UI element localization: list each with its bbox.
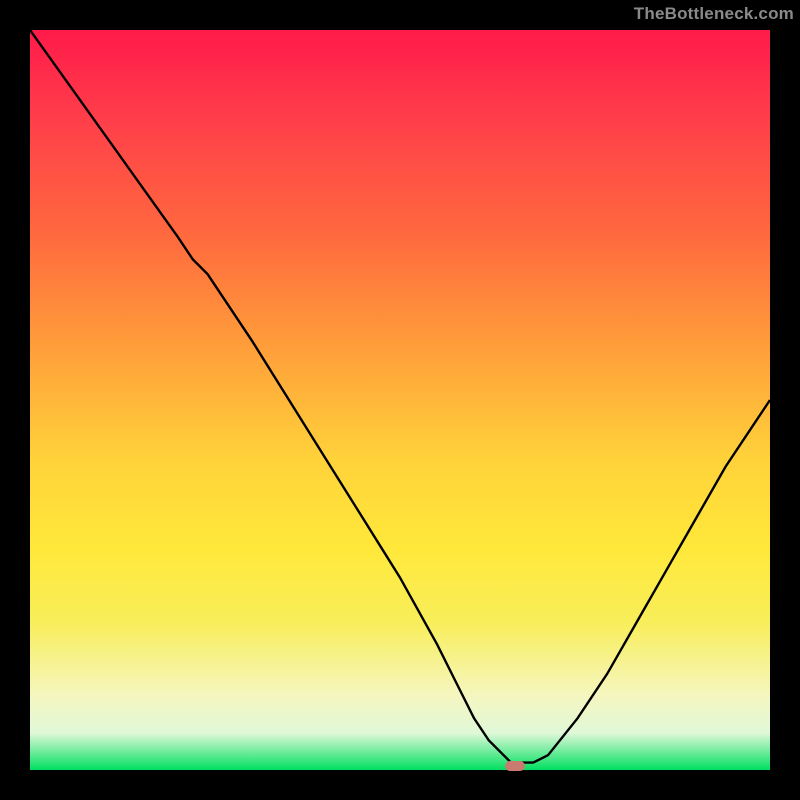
curve-svg bbox=[30, 30, 770, 770]
plot-area bbox=[30, 30, 770, 770]
bottleneck-curve bbox=[30, 30, 770, 763]
chart-container: TheBottleneck.com bbox=[0, 0, 800, 800]
watermark-text: TheBottleneck.com bbox=[634, 4, 794, 24]
optimal-marker bbox=[505, 761, 525, 771]
